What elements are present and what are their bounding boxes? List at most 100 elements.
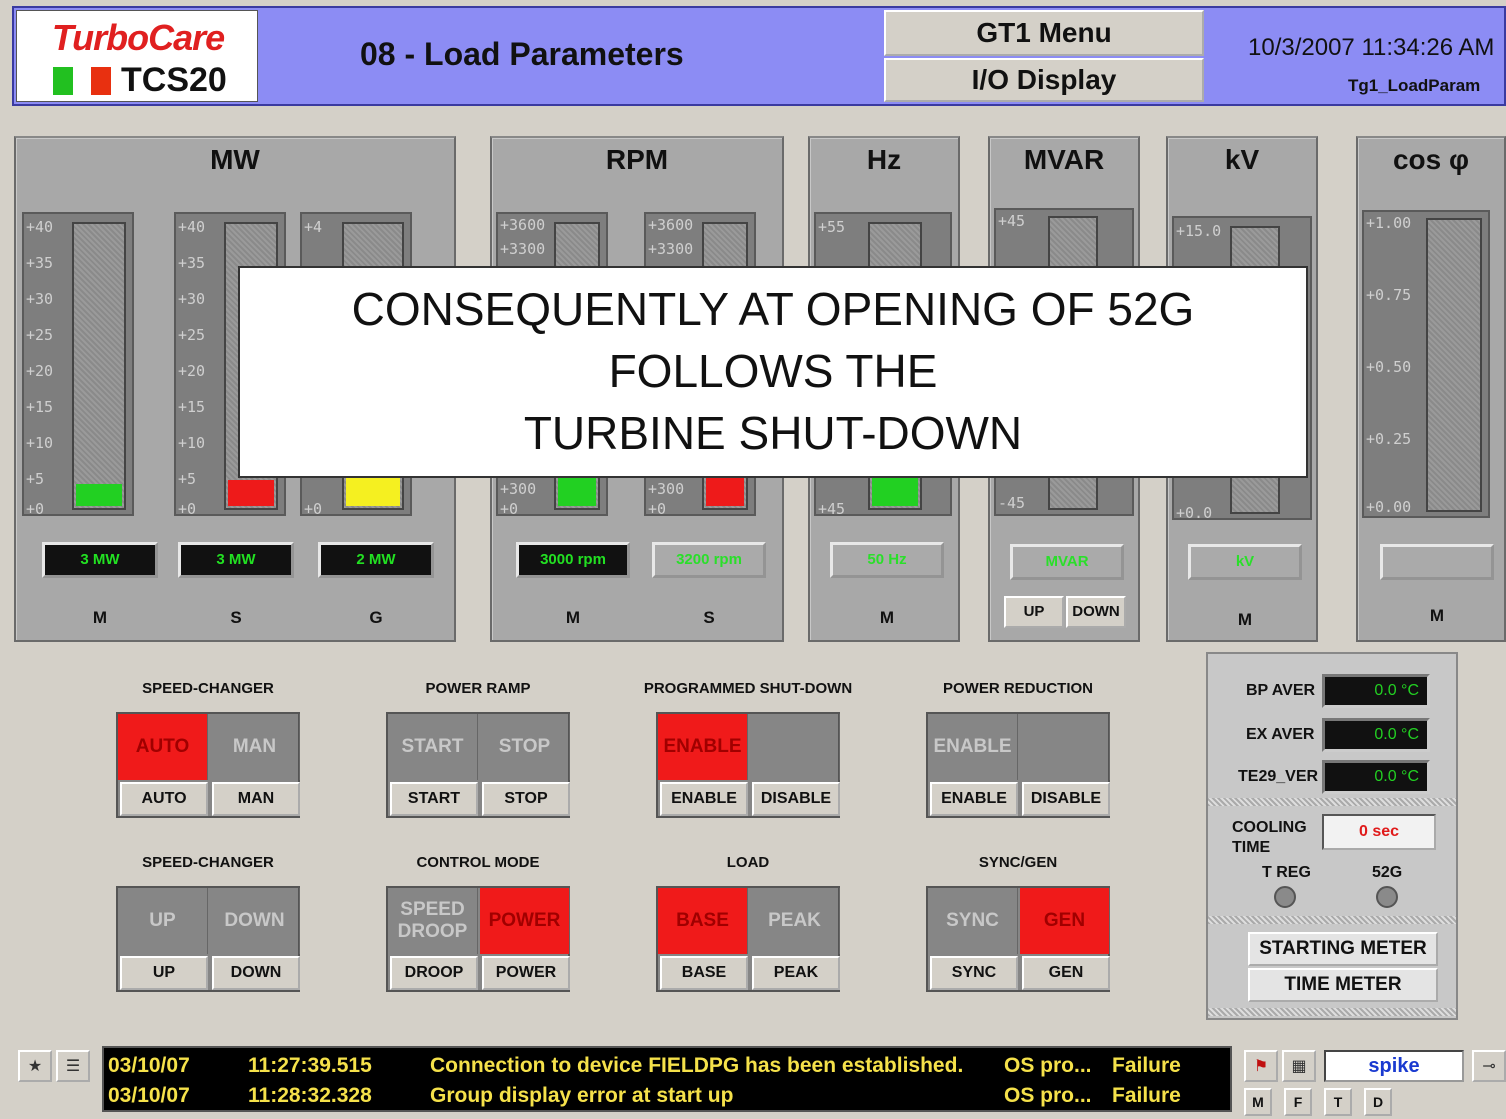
control-button[interactable]: POWER	[482, 956, 570, 990]
key-d-button[interactable]: D	[1364, 1088, 1392, 1116]
control-button[interactable]: AUTO	[120, 782, 208, 816]
new-folder-icon[interactable]: ★	[18, 1050, 52, 1082]
control-group: SYNC SYNC GEN GEN	[926, 886, 1110, 992]
control-button[interactable]: PEAK	[752, 956, 840, 990]
state-indicator	[1020, 714, 1110, 780]
state-indicator: START	[388, 714, 478, 780]
state-indicator: ENABLE	[928, 714, 1018, 780]
control-button[interactable]: UP	[120, 956, 208, 990]
control-group: AUTO AUTO MAN MAN	[116, 712, 300, 818]
control-button[interactable]: SYNC	[930, 956, 1018, 990]
control-button[interactable]: DISABLE	[752, 782, 840, 816]
mw-g-bar	[346, 476, 400, 506]
tick-label: +0	[304, 500, 323, 518]
control-button[interactable]: GEN	[1022, 956, 1110, 990]
tick-label: +300	[500, 480, 537, 498]
control-button[interactable]: ENABLE	[930, 782, 1018, 816]
gt1-menu-button[interactable]: GT1 Menu	[884, 10, 1204, 56]
divider	[1208, 1008, 1456, 1016]
tick-label: +0	[648, 500, 667, 518]
control-group: UP UP DOWN DOWN	[116, 886, 300, 992]
52g-lamp	[1376, 886, 1398, 908]
tick-label: +40	[178, 218, 206, 236]
control-group-title: PROGRAMMED SHUT-DOWN	[643, 680, 853, 697]
msg-date: 03/10/07	[108, 1054, 190, 1077]
msg-status: Failure	[1112, 1054, 1181, 1077]
key-m-button[interactable]: M	[1244, 1088, 1272, 1116]
tick-label: +3300	[648, 240, 694, 258]
key-icon[interactable]: ⊸	[1472, 1050, 1506, 1082]
starting-meter-button[interactable]: STARTING METER	[1248, 932, 1438, 966]
tick-label: +0.75	[1366, 286, 1412, 304]
tick-label: +45	[818, 500, 846, 518]
current-user: spike	[1324, 1050, 1464, 1082]
tick-label: +45	[998, 212, 1026, 230]
msg-time: 11:28:32.328	[248, 1084, 372, 1107]
state-indicator: ENABLE	[658, 714, 748, 780]
key-t-button[interactable]: T	[1324, 1088, 1352, 1116]
page-title: 08 - Load Parameters	[360, 36, 684, 72]
mvar-up-button[interactable]: UP	[1004, 596, 1064, 628]
cos-phi-gauge: +1.00 +0.75 +0.50 +0.25 +0.00	[1362, 210, 1490, 518]
key-f-button[interactable]: F	[1284, 1088, 1312, 1116]
ex-aver-value: 0.0 °C	[1322, 718, 1430, 752]
control-button[interactable]: STOP	[482, 782, 570, 816]
exit-door-icon[interactable]: ▦	[1282, 1050, 1316, 1082]
cos-phi-tube	[1426, 218, 1482, 512]
mw-gauge-m: +40 +35 +30 +25 +20 +15 +10 +5 +0	[22, 212, 134, 518]
tick-label: +0	[26, 500, 45, 518]
cos-phi-readout	[1380, 544, 1494, 580]
hz-title: Hz	[866, 144, 902, 175]
time-meter-button[interactable]: TIME METER	[1248, 968, 1438, 1002]
divider	[1208, 916, 1456, 924]
logo-red-square	[91, 67, 111, 95]
control-button[interactable]: DROOP	[390, 956, 478, 990]
state-indicator: GEN	[1020, 888, 1110, 954]
msg-text: Group display error at start up	[430, 1084, 734, 1107]
control-group: ENABLE ENABLE DISABLE	[656, 712, 840, 818]
bp-aver-value: 0.0 °C	[1322, 674, 1430, 708]
mvar-down-button[interactable]: DOWN	[1066, 596, 1126, 628]
control-group-title: POWER RAMP	[425, 680, 531, 697]
tick-label: +0.0	[1176, 504, 1213, 522]
cos-phi-label: M	[1429, 606, 1445, 625]
control-group-title: POWER REDUCTION	[943, 680, 1093, 697]
control-button[interactable]: DOWN	[212, 956, 300, 990]
rpm-title: RPM	[605, 144, 669, 175]
tick-label: +15.0	[1176, 222, 1222, 240]
control-button[interactable]: DISABLE	[1022, 782, 1110, 816]
temperature-status-panel: BP AVER 0.0 °C EX AVER 0.0 °C TE29_VER 0…	[1206, 652, 1458, 1020]
state-indicator: AUTO	[118, 714, 208, 780]
io-display-button[interactable]: I/O Display	[884, 58, 1204, 102]
logo-product-text: TCS20	[121, 61, 227, 99]
control-button[interactable]: MAN	[212, 782, 300, 816]
turbocare-logo: TurboCare TCS20	[16, 10, 258, 102]
message-list-icon[interactable]: ☰	[56, 1050, 90, 1082]
control-button[interactable]: BASE	[660, 956, 748, 990]
control-group-title: LOAD	[726, 854, 770, 871]
mw-m-readout: 3 MW	[42, 542, 158, 578]
control-button[interactable]: START	[390, 782, 478, 816]
tick-label: +55	[818, 218, 846, 236]
tick-label: +3600	[648, 216, 694, 234]
rpm-s-bar	[706, 476, 744, 506]
msg-date: 03/10/07	[108, 1084, 190, 1107]
mw-g-label: G	[369, 608, 383, 627]
tick-label: +15	[26, 398, 54, 416]
msg-text: Connection to device FIELDPG has been es…	[430, 1054, 964, 1077]
kv-readout: kV	[1188, 544, 1302, 580]
mw-m-label: M	[92, 608, 108, 627]
tick-label: +0	[178, 500, 197, 518]
tick-label: +30	[26, 290, 54, 308]
tick-label: +15	[178, 398, 206, 416]
tick-label: +4	[304, 218, 323, 236]
shutdown-annotation-overlay: CONSEQUENTLY AT OPENING OF 52G FOLLOWS T…	[238, 266, 1308, 478]
control-button[interactable]: ENABLE	[660, 782, 748, 816]
cos-phi-panel: cos φ +1.00 +0.75 +0.50 +0.25 +0.00 M	[1356, 136, 1506, 642]
te29-ver-label: TE29_VER	[1238, 768, 1319, 785]
tick-label: +20	[178, 362, 206, 380]
rpm-m-bar	[558, 476, 596, 506]
state-indicator: MAN	[210, 714, 300, 780]
alarm-acknowledge-icon[interactable]: ⚑	[1244, 1050, 1278, 1082]
mw-m-bar	[76, 484, 122, 506]
